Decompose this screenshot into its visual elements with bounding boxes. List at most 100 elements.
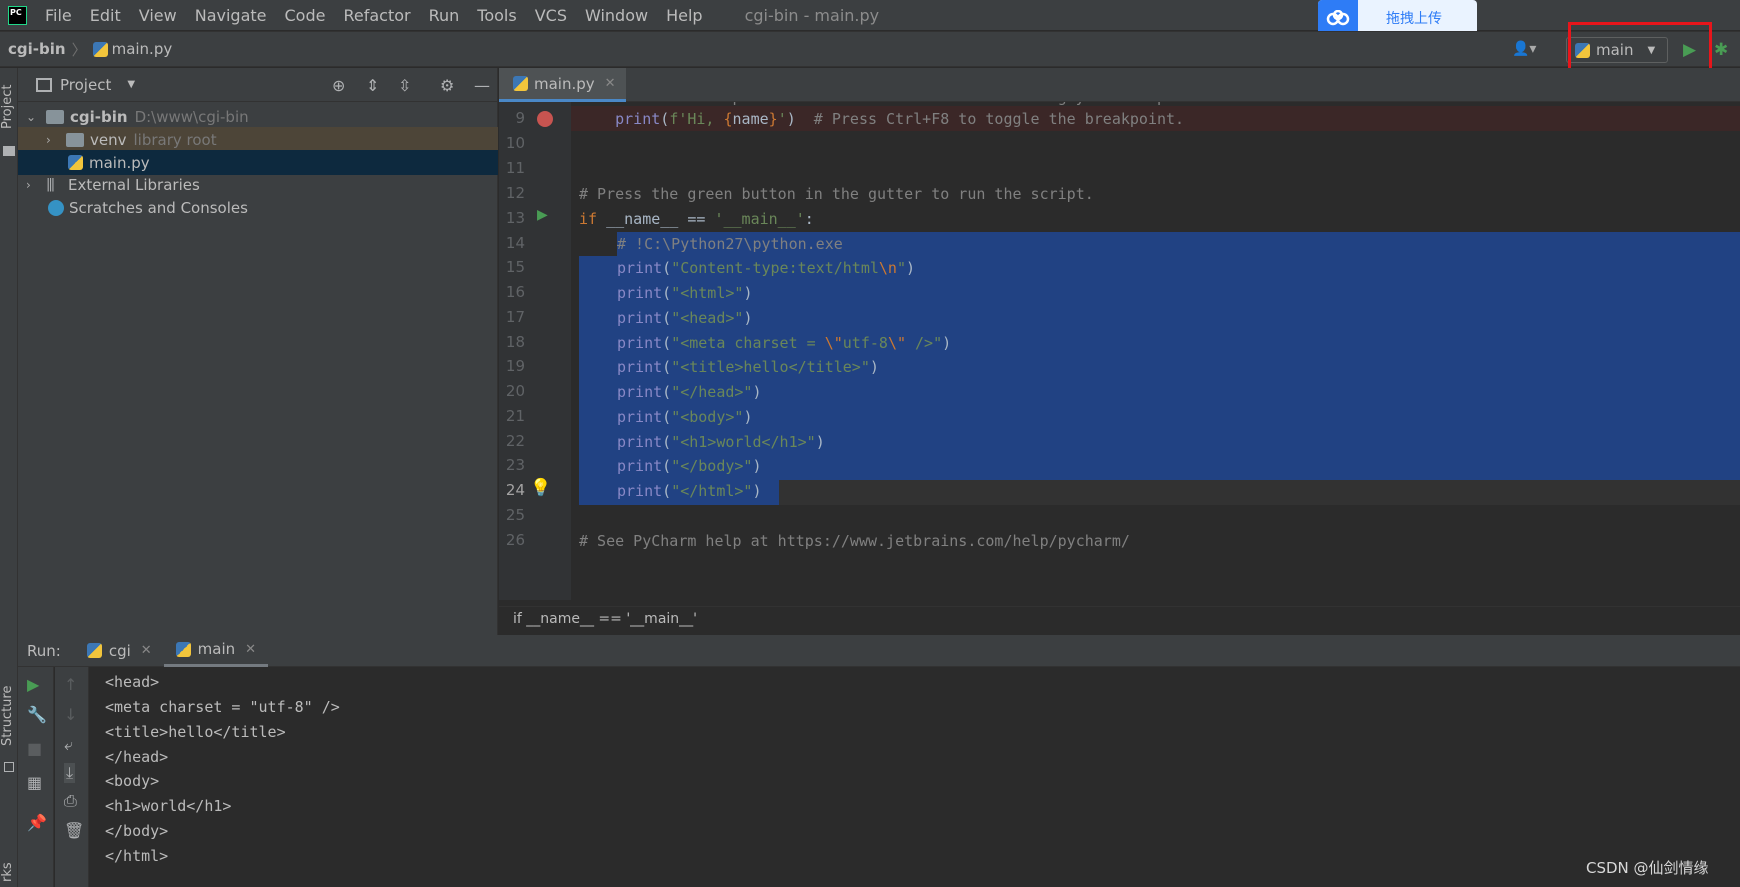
line-number: 22 [505,432,525,450]
upload-button[interactable]: 拖拽上传 [1318,0,1477,35]
tree-row-project-root[interactable]: ⌄ cgi-bin D:\www\cgi-bin [18,104,498,129]
output-line: </head> [105,748,169,766]
python-file-icon [513,76,528,91]
locate-target-icon[interactable]: ⊕ [332,76,345,95]
collapse-all-icon[interactable]: ⇳ [398,76,411,95]
menu-vcs[interactable]: VCS [535,6,567,25]
editor-breadcrumb[interactable]: if __name__ == '__main__' [499,606,1740,632]
output-line: </body> [105,822,169,840]
python-file-icon [92,41,108,57]
line-number: 20 [505,382,525,400]
debug-bug-icon[interactable]: ✱ [1714,40,1728,60]
tree-row-scratches[interactable]: Scratches and Consoles [18,195,498,220]
pin-icon[interactable]: 📌 [27,813,47,832]
project-panel: Project ▼ ⊕ ⇕ ⇳ ⚙ — ⌄ cgi-bin D:\www\cgi… [18,68,498,635]
code-line-15: print("Content-type:text/html\n") [617,259,916,277]
soft-wrap-icon[interactable]: ⤶ [64,735,73,755]
line-number: 16 [505,283,525,301]
stop-icon[interactable]: ■ [27,739,42,758]
breadcrumb-file[interactable]: main.py [112,40,173,58]
chevron-down-icon[interactable]: ▼ [127,79,135,90]
run-tab-label: main [197,640,236,658]
menu-edit[interactable]: Edit [90,6,121,25]
expand-all-icon[interactable]: ⇕ [366,76,379,95]
menu-code[interactable]: Code [285,6,326,25]
code-line-21: print("<body>") [617,408,753,426]
chevron-down-icon[interactable]: ⌄ [26,110,40,124]
line-number: 26 [505,531,525,549]
run-panel-label: Run: [27,641,61,660]
line-number: 25 [505,506,525,524]
code-line-22: print("<h1>world</h1>") [617,433,825,451]
close-icon[interactable]: ✕ [605,76,616,91]
line-number-current: 24 [505,481,525,499]
tree-external-libraries: External Libraries [68,175,200,194]
menu-navigate[interactable]: Navigate [195,6,267,25]
chevron-right-icon[interactable]: › [46,133,60,147]
window-title: cgi-bin - main.py [744,5,880,25]
project-panel-header: Project ▼ ⊕ ⇕ ⇳ ⚙ — [18,68,497,102]
lightbulb-icon[interactable]: 💡 [530,478,551,498]
scroll-to-end-icon[interactable]: ⤓ [64,763,76,783]
breadcrumb-project[interactable]: cgi-bin [8,40,66,58]
trash-icon[interactable]: 🗑 [64,821,84,840]
arrow-down-icon[interactable]: ↓ [64,705,77,724]
print-icon[interactable]: ⎙ [64,791,77,811]
hide-minimize-icon[interactable]: — [474,76,490,95]
editor-gutter[interactable]: 8 9 10 11 12 13 14 15 16 17 18 19 20 21 … [499,102,571,600]
code-line-16: print("<html>") [617,284,753,302]
editor-tab-bar: main.py ✕ [499,68,1740,102]
pycharm-logo-icon: PC [8,5,27,25]
menu-window[interactable]: Window [585,6,648,25]
menu-help[interactable]: Help [666,6,702,25]
tree-scratches: Scratches and Consoles [69,198,248,217]
code-editor[interactable]: 8 9 10 11 12 13 14 15 16 17 18 19 20 21 … [499,102,1740,600]
tree-file-name: main.py [89,153,150,172]
tab-main-py[interactable]: main.py ✕ [499,68,626,102]
bookmarks-tool-tab[interactable]: rks [0,858,18,886]
line-number: 8 [499,102,525,105]
menu-refactor[interactable]: Refactor [343,6,410,25]
code-line-24: print("</html>") [617,482,762,500]
chevron-right-icon[interactable]: › [26,178,40,192]
menu-file[interactable]: File [45,6,72,25]
project-tool-tab[interactable]: Project [0,74,18,140]
code-line-20: print("</head>") [617,383,762,401]
arrow-up-icon[interactable]: ↑ [64,675,77,694]
line-number: 11 [505,159,525,177]
left-tool-stripe: Project Structure rks [0,68,18,887]
run-tab-label: cgi [108,641,131,660]
layout-icon[interactable]: ▦ [27,773,42,792]
tree-row-external-libraries[interactable]: › ||| External Libraries [18,172,498,197]
project-panel-title[interactable]: Project [60,76,111,94]
code-line-26: # See PyCharm help at https://www.jetbra… [579,532,1130,550]
tree-row-venv[interactable]: › venv library root [18,127,498,152]
line-number: 23 [505,456,525,474]
menu-bar: PC File Edit View Navigate Code Refactor… [0,0,1740,35]
close-icon[interactable]: ✕ [245,642,256,657]
output-line: </html> [105,847,169,865]
menu-tools[interactable]: Tools [477,6,516,25]
output-line: <body> [105,772,160,790]
structure-tool-tab[interactable]: Structure [0,680,18,752]
wrench-icon[interactable]: 🔧 [27,705,47,724]
project-view-icon [36,77,52,92]
run-tab-cgi[interactable]: cgi ✕ [75,635,164,667]
output-line: <meta charset = "utf-8" /> [105,698,340,716]
caret-line-highlight [779,480,1740,505]
menu-run[interactable]: Run [429,6,460,25]
run-gutter-icon[interactable]: ▶ [537,207,548,223]
rerun-icon[interactable]: ▶ [27,675,39,694]
gear-icon[interactable]: ⚙ [440,76,454,95]
run-toolbar: ▶ 🔧 ■ ▦ 📌 [18,667,54,887]
breadcrumb-separator-icon: 〉 [71,40,87,59]
user-icon[interactable]: 👤▾ [1512,41,1536,57]
line-number: 17 [505,308,525,326]
folder-icon [46,109,64,124]
menu-view[interactable]: View [139,6,177,25]
run-tab-main[interactable]: main ✕ [163,635,269,667]
folder-icon [3,146,15,156]
tree-venv-name: venv [90,130,127,149]
breakpoint-icon[interactable] [537,111,553,127]
close-icon[interactable]: ✕ [141,643,152,658]
